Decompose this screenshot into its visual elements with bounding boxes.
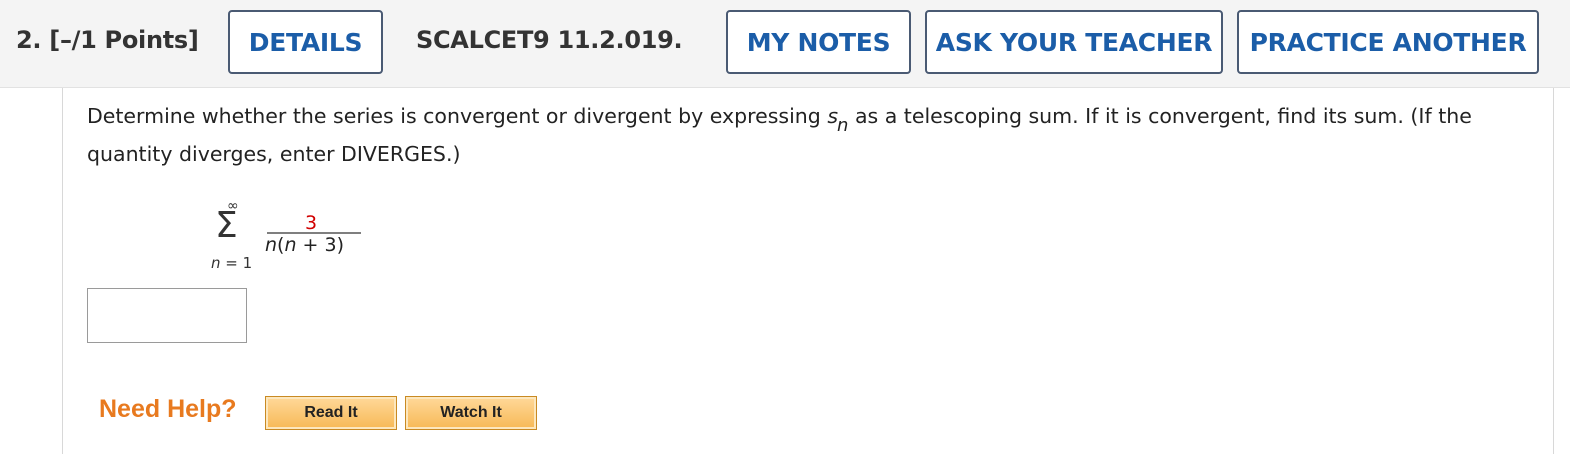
denominator-tail: + 3) <box>296 234 345 256</box>
fraction-denominator: n(n + 3) <box>265 234 344 256</box>
need-help-label: Need Help? <box>99 395 237 423</box>
practice-another-button[interactable]: PRACTICE ANOTHER <box>1237 10 1539 74</box>
question-number: 2. [–/1 Points] <box>16 26 199 54</box>
ask-your-teacher-button[interactable]: ASK YOUR TEACHER <box>925 10 1223 74</box>
answer-input[interactable] <box>87 288 247 343</box>
s-subscript: n <box>837 115 849 136</box>
details-button[interactable]: DETAILS <box>228 10 383 74</box>
my-notes-button[interactable]: MY NOTES <box>726 10 911 74</box>
watch-it-button[interactable]: Watch It <box>405 396 537 430</box>
denominator-var: n <box>265 234 278 256</box>
question-prompt: Determine whether the series is converge… <box>87 98 1527 172</box>
series-formula: ∞ Σ n = 1 3 n(n + 3) <box>207 196 407 276</box>
denominator-var-2: n <box>284 234 297 256</box>
prompt-text-before: Determine whether the series is converge… <box>87 104 828 128</box>
question-header: 2. [–/1 Points] DETAILS SCALCET9 11.2.01… <box>0 0 1570 88</box>
course-code: SCALCET9 11.2.019. <box>416 26 683 54</box>
read-it-button[interactable]: Read It <box>265 396 397 430</box>
question-content: Determine whether the series is converge… <box>62 88 1554 454</box>
